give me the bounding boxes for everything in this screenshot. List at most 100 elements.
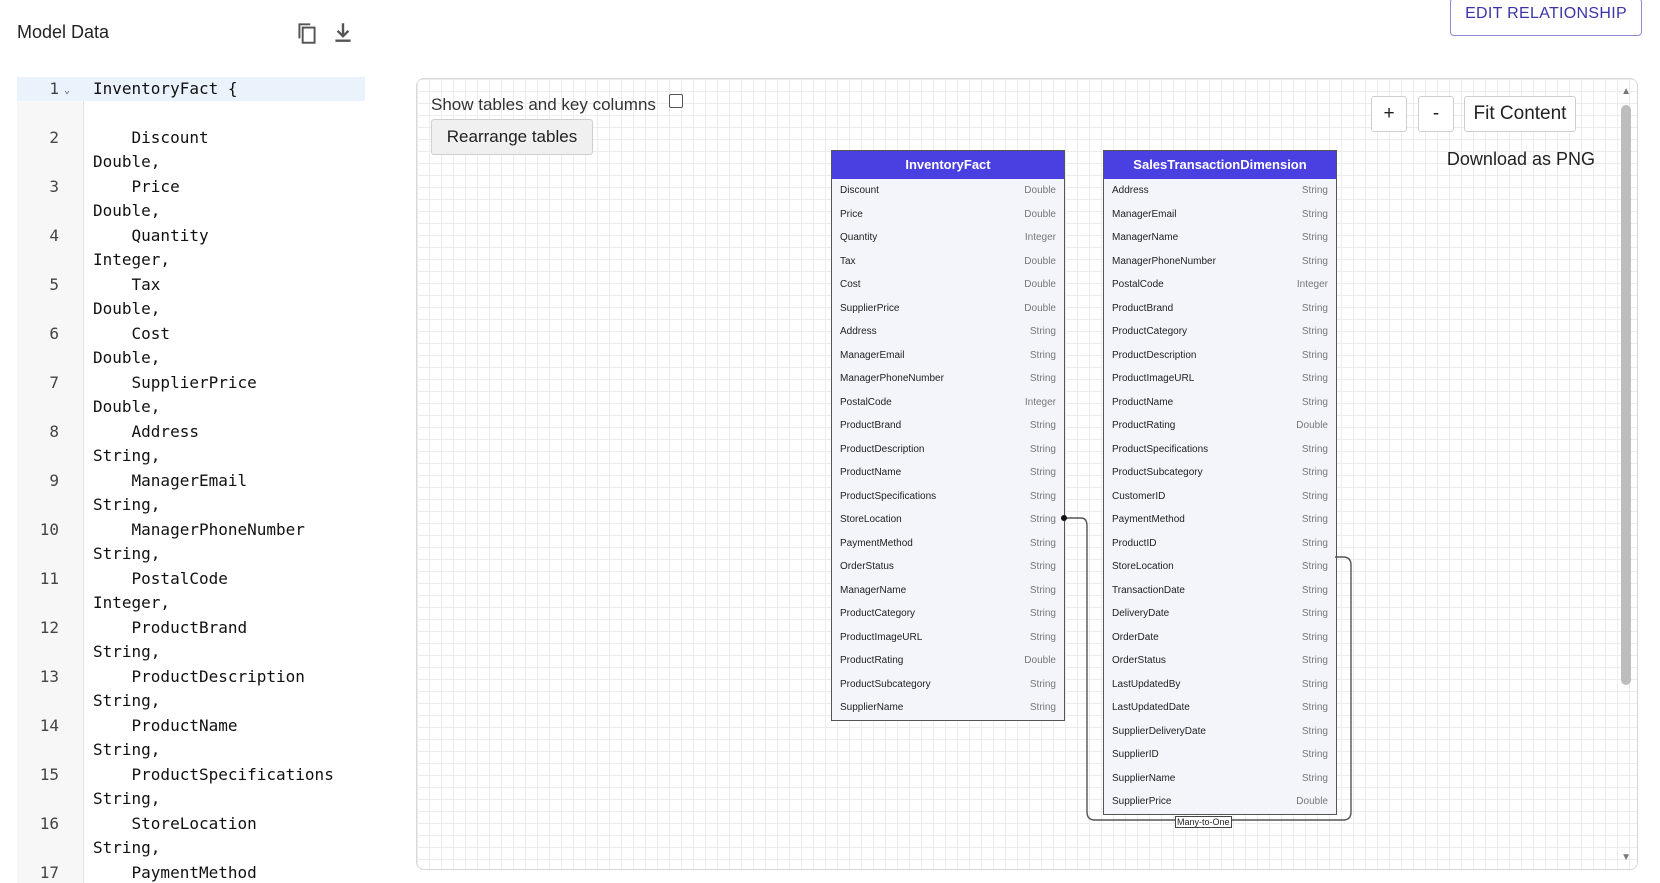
scroll-down-arrow[interactable]: ▼ <box>1621 852 1631 863</box>
table-column-row[interactable]: SupplierName String <box>832 696 1064 720</box>
table-column-row[interactable]: ProductRating Double <box>832 649 1064 673</box>
table-column-row[interactable]: SupplierPrice Double <box>1104 790 1336 814</box>
table-column-row[interactable]: ManagerEmail String <box>1104 203 1336 227</box>
editor-line[interactable]: 16 StoreLocation String, <box>17 812 365 861</box>
table-column-row[interactable]: ProductRating Double <box>1104 414 1336 438</box>
table-column-row[interactable]: ProductCategory String <box>832 602 1064 626</box>
table-column-row[interactable]: SupplierDeliveryDate String <box>1104 720 1336 744</box>
fold-chevron-icon[interactable]: ⌄ <box>64 85 70 96</box>
editor-line[interactable]: 14 ProductName String, <box>17 714 365 763</box>
table-column-row[interactable]: LastUpdatedDate String <box>1104 696 1336 720</box>
download-icon[interactable] <box>330 20 356 46</box>
code-text-wrapped: String, <box>93 691 161 710</box>
table-column-row[interactable]: ManagerEmail String <box>832 344 1064 368</box>
table-column-row[interactable]: OrderDate String <box>1104 626 1336 650</box>
zoom-in-button[interactable]: + <box>1371 96 1407 132</box>
table-column-row[interactable]: SupplierName String <box>1104 767 1336 791</box>
code-text: ManagerEmail <box>93 471 248 490</box>
panel-title: Model Data <box>17 22 110 42</box>
table-column-row[interactable]: ProductName String <box>1104 391 1336 415</box>
editor-line[interactable]: 17 PaymentMethodString, <box>17 861 365 883</box>
table-column-row[interactable]: PaymentMethod String <box>1104 508 1336 532</box>
table-column-row[interactable]: Address String <box>832 320 1064 344</box>
table-column-row[interactable]: ProductBrand String <box>1104 297 1336 321</box>
code-editor[interactable]: 1 ⌄ InventoryFact {2 Discount Double, 3 Pric… <box>17 77 365 883</box>
editor-line[interactable]: 10 ManagerPhoneNumber String, <box>17 518 365 567</box>
editor-line[interactable]: 7 SupplierPrice Double, <box>17 371 365 420</box>
table-column-row[interactable]: Cost Double <box>832 273 1064 297</box>
table-column-row[interactable]: ProductDescription String <box>1104 344 1336 368</box>
line-number: 16 <box>39 814 59 833</box>
editor-line[interactable]: 9 ManagerEmail String, <box>17 469 365 518</box>
code-text-wrapped: String, <box>93 446 161 465</box>
zoom-out-button[interactable]: - <box>1418 96 1454 132</box>
table-column-row[interactable]: Address String <box>1104 179 1336 203</box>
fit-content-button[interactable]: Fit Content <box>1464 96 1576 132</box>
table-column-row[interactable]: SupplierPrice Double <box>832 297 1064 321</box>
table-column-row[interactable]: TransactionDate String <box>1104 579 1336 603</box>
column-name: Quantity <box>840 232 878 243</box>
code-text: Tax <box>93 275 161 294</box>
table-column-row[interactable]: Discount Double <box>832 179 1064 203</box>
table-column-row[interactable]: Tax Double <box>832 250 1064 274</box>
table-column-row[interactable]: StoreLocation String <box>832 508 1064 532</box>
table-column-row[interactable]: ManagerName String <box>832 579 1064 603</box>
column-name: ProductBrand <box>840 420 902 431</box>
code-text: Cost <box>93 324 171 343</box>
table-column-row[interactable]: ProductCategory String <box>1104 320 1336 344</box>
table-column-row[interactable]: Quantity Integer <box>832 226 1064 250</box>
table-column-row[interactable]: OrderStatus String <box>1104 649 1336 673</box>
table-column-row[interactable]: ProductSpecifications String <box>832 485 1064 509</box>
column-type: Integer <box>1296 279 1328 290</box>
diagram-canvas[interactable]: Show tables and key columns Rearrange ta… <box>416 78 1638 870</box>
table-column-row[interactable]: ManagerPhoneNumber String <box>832 367 1064 391</box>
column-type: String <box>1301 349 1328 361</box>
table-column-row[interactable]: ProductSpecifications String <box>1104 438 1336 462</box>
table-column-row[interactable]: ProductID String <box>1104 532 1336 556</box>
download-png-link[interactable]: Download as PNG <box>1447 149 1595 170</box>
rearrange-tables-button[interactable]: Rearrange tables <box>431 119 593 155</box>
table-column-row[interactable]: ProductImageURL String <box>1104 367 1336 391</box>
editor-line[interactable]: 8 Address String, <box>17 420 365 469</box>
table-column-row[interactable]: SupplierID String <box>1104 743 1336 767</box>
editor-line[interactable]: 3 Price Double, <box>17 175 365 224</box>
table-column-row[interactable]: DeliveryDate String <box>1104 602 1336 626</box>
table-column-row[interactable]: ManagerPhoneNumber String <box>1104 250 1336 274</box>
scrollbar-thumb[interactable] <box>1621 105 1631 685</box>
editor-line[interactable]: 4 Quantity Integer, <box>17 224 365 273</box>
table-column-row[interactable]: ProductImageURL String <box>832 626 1064 650</box>
editor-line[interactable]: 1 ⌄ InventoryFact { <box>17 77 365 126</box>
editor-line[interactable]: 11 PostalCode Integer, <box>17 567 365 616</box>
line-number: 17 <box>39 863 59 882</box>
table-column-row[interactable]: ProductSubcategory String <box>1104 461 1336 485</box>
table-column-row[interactable]: ProductBrand String <box>832 414 1064 438</box>
table-column-row[interactable]: PaymentMethod String <box>832 532 1064 556</box>
editor-line[interactable]: 13 ProductDescription String, <box>17 665 365 714</box>
table-inventoryfact[interactable]: InventoryFact Discount Double Price Double Q… <box>831 150 1065 721</box>
copy-icon[interactable] <box>294 20 320 46</box>
table-column-row[interactable]: Price Double <box>832 203 1064 227</box>
edit-relationship-button[interactable]: EDIT RELATIONSHIP <box>1450 0 1642 36</box>
editor-line[interactable]: 2 Discount Double, <box>17 126 365 175</box>
show-tables-checkbox[interactable] <box>669 94 683 108</box>
table-column-row[interactable]: PostalCode Integer <box>1104 273 1336 297</box>
table-column-row[interactable]: LastUpdatedBy String <box>1104 673 1336 697</box>
column-type: String <box>1301 608 1328 619</box>
editor-line[interactable]: 12 ProductBrand String, <box>17 616 365 665</box>
column-name: SupplierName <box>1112 772 1176 784</box>
table-column-row[interactable]: ProductName String <box>832 461 1064 485</box>
table-column-row[interactable]: StoreLocation String <box>1104 555 1336 579</box>
table-salestransactiondimension[interactable]: SalesTransactionDimension Address String M… <box>1103 150 1337 815</box>
editor-line[interactable]: 6 Cost Double, <box>17 322 365 371</box>
editor-line[interactable]: 5 Tax Double, <box>17 273 365 322</box>
editor-line[interactable]: 15 ProductSpecifications String, <box>17 763 365 812</box>
table-column-row[interactable]: OrderStatus String <box>832 555 1064 579</box>
table-column-row[interactable]: PostalCode Integer <box>832 391 1064 415</box>
column-name: ManagerPhoneNumber <box>840 373 944 384</box>
table-column-row[interactable]: ManagerName String <box>1104 226 1336 250</box>
show-tables-label: Show tables and key columns <box>431 95 656 114</box>
scroll-up-arrow[interactable]: ▲ <box>1621 86 1631 97</box>
table-column-row[interactable]: CustomerID String <box>1104 485 1336 509</box>
table-column-row[interactable]: ProductSubcategory String <box>832 673 1064 697</box>
table-column-row[interactable]: ProductDescription String <box>832 438 1064 462</box>
